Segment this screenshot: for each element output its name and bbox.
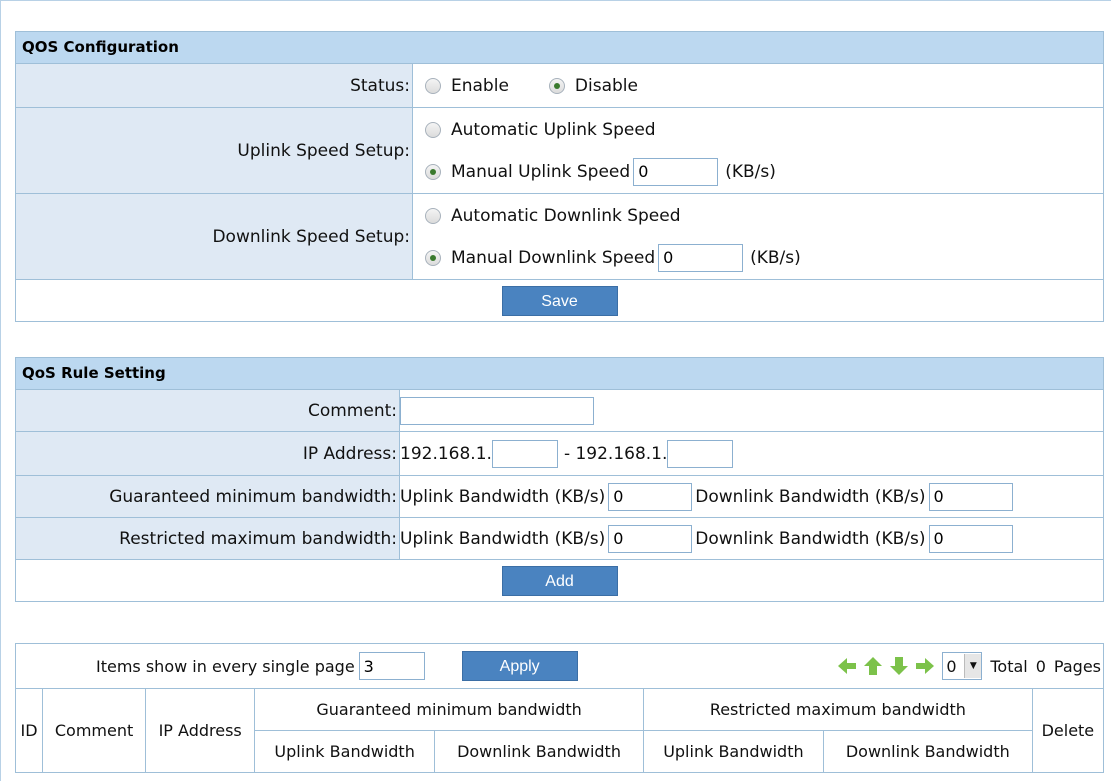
manual-downlink-radio[interactable] — [425, 249, 441, 266]
auto-uplink-radio[interactable] — [425, 121, 441, 138]
guaranteed-downlink-label: Downlink Bandwidth (KB/s) — [695, 486, 926, 507]
comment-label: Comment: — [16, 390, 400, 431]
column-guaranteed-uplink: Uplink Bandwidth — [254, 730, 436, 773]
qos-rule-title: QoS Rule Setting — [16, 358, 1103, 390]
guaranteed-label: Guaranteed minimum bandwidth: — [16, 476, 400, 517]
uplink-row: Uplink Speed Setup: Automatic Uplink Spe… — [16, 108, 1103, 194]
table-header-row: ID Comment IP Address Guaranteed minimum… — [15, 688, 1105, 773]
next-page-icon[interactable] — [888, 656, 910, 676]
column-restricted: Restricted maximum bandwidth — [642, 688, 1033, 731]
manual-downlink-label: Manual Downlink Speed — [451, 247, 656, 268]
total-count: 0 — [1035, 656, 1046, 676]
page-select-value: 0 — [946, 656, 957, 676]
page-select[interactable]: 0 ▼ — [942, 652, 983, 680]
qos-configuration-title: QOS Configuration — [16, 32, 1103, 64]
column-comment: Comment — [41, 688, 147, 773]
downlink-speed-input[interactable] — [658, 243, 744, 272]
ip-prefix-end: - 192.168.1. — [563, 443, 668, 464]
previous-page-icon[interactable] — [862, 656, 884, 676]
disable-label: Disable — [574, 75, 638, 96]
ip-row: IP Address: 192.168.1. - 192.168.1. — [16, 432, 1103, 476]
guaranteed-uplink-label: Uplink Bandwidth (KB/s) — [400, 486, 606, 507]
restricted-row: Restricted maximum bandwidth: Uplink Ban… — [16, 518, 1103, 560]
manual-uplink-radio[interactable] — [425, 163, 441, 180]
comment-row: Comment: — [16, 390, 1103, 432]
restricted-label: Restricted maximum bandwidth: — [16, 518, 400, 559]
ip-label: IP Address: — [16, 432, 400, 475]
add-row: Add — [16, 560, 1103, 601]
guaranteed-uplink-input[interactable] — [608, 482, 693, 511]
downlink-unit: (KB/s) — [750, 247, 801, 268]
guaranteed-downlink-input[interactable] — [928, 482, 1013, 511]
chevron-down-icon: ▼ — [964, 654, 982, 678]
pager-row: Items show in every single page Apply 0 … — [15, 643, 1104, 689]
restricted-downlink-label: Downlink Bandwidth (KB/s) — [695, 528, 926, 549]
restricted-downlink-input[interactable] — [928, 524, 1013, 553]
uplink-unit: (KB/s) — [725, 161, 776, 182]
add-button[interactable]: Add — [501, 565, 618, 596]
status-row: Status: Enable Disable — [16, 64, 1103, 108]
ip-prefix-start: 192.168.1. — [400, 443, 492, 464]
items-per-page-label: Items show in every single page — [96, 656, 355, 676]
downlink-label: Downlink Speed Setup: — [16, 194, 413, 279]
ip-end-input[interactable] — [667, 439, 734, 468]
auto-downlink-label: Automatic Downlink Speed — [451, 205, 681, 226]
enable-radio[interactable] — [425, 77, 441, 94]
status-label: Status: — [16, 64, 413, 107]
comment-input[interactable] — [400, 396, 594, 425]
restricted-uplink-label: Uplink Bandwidth (KB/s) — [400, 528, 606, 549]
pages-label: Pages — [1053, 656, 1101, 676]
auto-downlink-radio[interactable] — [425, 207, 441, 224]
first-page-icon[interactable] — [836, 656, 858, 676]
qos-rule-panel: QoS Rule Setting Comment: IP Address: 19… — [15, 357, 1104, 602]
restricted-uplink-input[interactable] — [608, 524, 693, 553]
auto-uplink-label: Automatic Uplink Speed — [451, 119, 656, 140]
uplink-speed-input[interactable] — [633, 157, 719, 186]
disable-radio[interactable] — [548, 77, 565, 94]
apply-button[interactable]: Apply — [461, 651, 578, 681]
last-page-icon[interactable] — [914, 656, 936, 676]
total-label: Total — [990, 656, 1028, 676]
downlink-row: Downlink Speed Setup: Automatic Downlink… — [16, 194, 1103, 280]
column-guaranteed-downlink: Downlink Bandwidth — [434, 730, 644, 773]
items-per-page-input[interactable] — [358, 652, 425, 680]
qos-configuration-panel: QOS Configuration Status: Enable Disable… — [15, 31, 1104, 322]
column-id: ID — [15, 688, 43, 773]
ip-start-input[interactable] — [491, 439, 558, 468]
enable-label: Enable — [451, 75, 509, 96]
column-guaranteed: Guaranteed minimum bandwidth — [254, 688, 644, 731]
column-restricted-downlink: Downlink Bandwidth — [822, 730, 1033, 773]
guaranteed-row: Guaranteed minimum bandwidth: Uplink Ban… — [16, 476, 1103, 518]
column-ip-address: IP Address — [145, 688, 256, 773]
column-restricted-uplink: Uplink Bandwidth — [642, 730, 824, 773]
uplink-label: Uplink Speed Setup: — [16, 108, 413, 193]
qos-rule-table: Items show in every single page Apply 0 … — [15, 643, 1105, 773]
manual-uplink-label: Manual Uplink Speed — [451, 161, 631, 182]
save-row: Save — [16, 280, 1103, 321]
save-button[interactable]: Save — [501, 285, 618, 316]
column-delete: Delete — [1031, 688, 1105, 773]
